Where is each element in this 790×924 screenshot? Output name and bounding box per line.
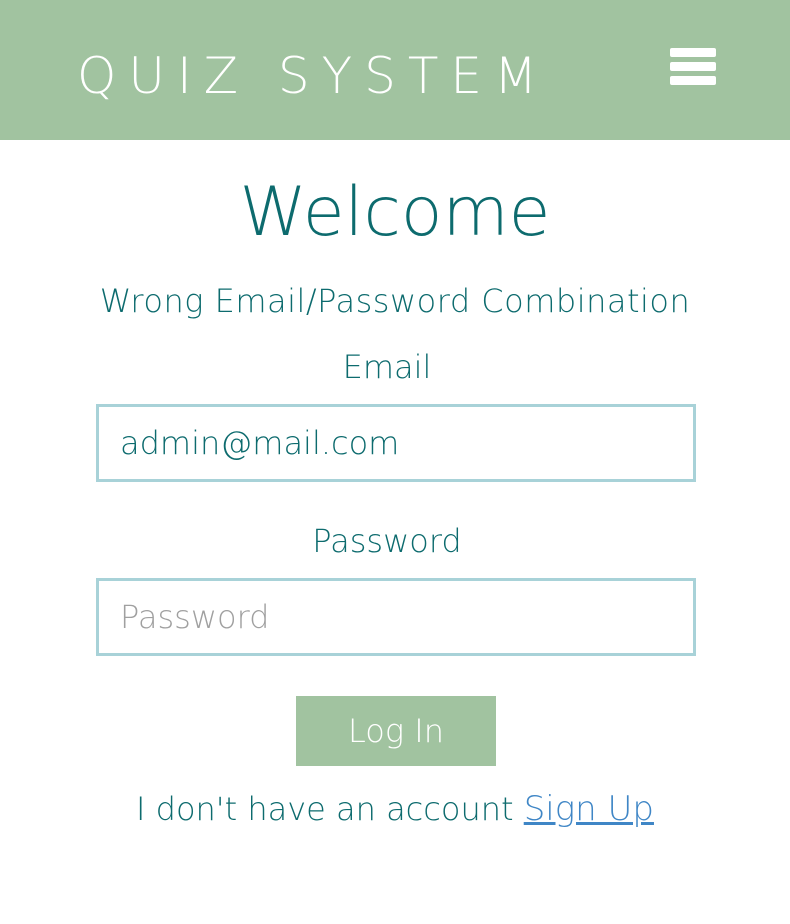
login-button[interactable]: Log In [296, 696, 496, 766]
signup-prompt-row: I don't have an account Sign Up [0, 787, 790, 831]
page-title: Welcome [239, 173, 551, 252]
top-navbar: QUIZ SYSTEM [0, 0, 790, 140]
email-field[interactable] [96, 404, 696, 482]
menu-bar [670, 76, 716, 85]
brand-title[interactable]: QUIZ SYSTEM [77, 44, 549, 108]
password-field[interactable] [96, 578, 696, 656]
signup-prompt-text: I don't have an account [136, 790, 524, 828]
menu-bar [670, 62, 716, 71]
signup-link[interactable]: Sign Up [524, 789, 654, 829]
password-label: Password [312, 522, 462, 560]
email-label: Email [342, 348, 432, 386]
hamburger-menu-icon[interactable] [664, 40, 722, 94]
error-message: Wrong Email/Password Combination [99, 282, 691, 320]
menu-bar [670, 48, 716, 57]
